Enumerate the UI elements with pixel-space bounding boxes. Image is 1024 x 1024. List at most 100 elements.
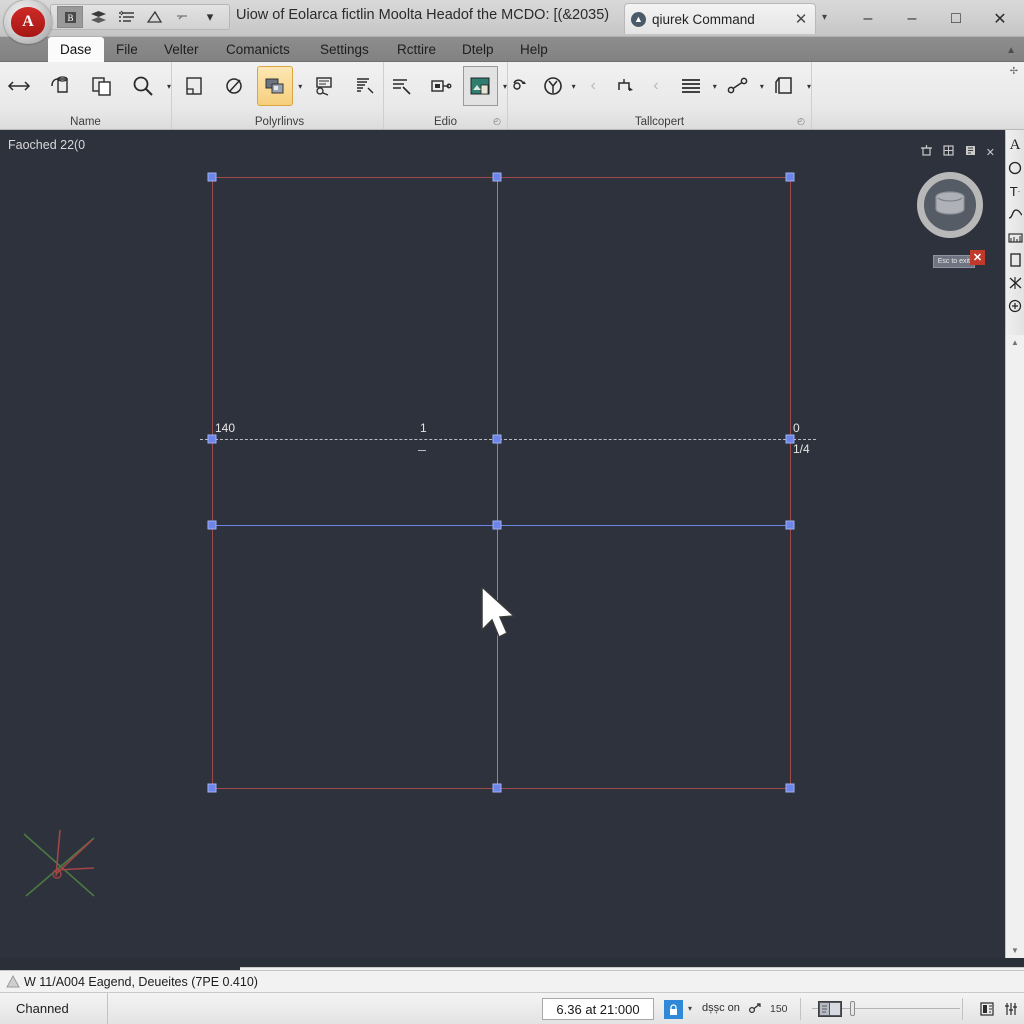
- dimension-tool-icon[interactable]: [1007, 228, 1024, 246]
- osnap-toggle[interactable]: dșșc on: [702, 1002, 740, 1014]
- chevron-down-icon[interactable]: ▾: [688, 1004, 692, 1013]
- grip-handle[interactable]: [492, 783, 502, 793]
- ribbon-panel-name-title: Name: [70, 116, 101, 128]
- document-tab[interactable]: ▲ qiurek Command ✕: [624, 3, 816, 34]
- add-tool-icon[interactable]: [1007, 297, 1024, 315]
- annotation-scale[interactable]: 150: [770, 1003, 788, 1015]
- explode-tool-icon[interactable]: [1007, 274, 1024, 292]
- chevron-down-icon[interactable]: ▾: [298, 82, 302, 91]
- text-style-tool-icon[interactable]: T ·: [1007, 182, 1024, 200]
- prev-nav-icon[interactable]: ‹: [580, 69, 607, 103]
- grip-handle[interactable]: [492, 434, 502, 444]
- ribbon-pin-icon[interactable]: ▲: [1006, 45, 1016, 56]
- layer-properties-icon[interactable]: [306, 66, 342, 106]
- table-icon[interactable]: [768, 66, 802, 106]
- grip-handle[interactable]: [492, 172, 502, 182]
- dialog-launcher-icon[interactable]: ◴: [797, 116, 805, 127]
- attribute-icon[interactable]: [611, 69, 638, 103]
- tooltip-close-icon[interactable]: ✕: [970, 250, 985, 265]
- viewcube-home-icon[interactable]: [920, 144, 933, 160]
- qat-dropdown-icon[interactable]: ▾: [197, 6, 223, 28]
- extrude-icon[interactable]: [42, 66, 80, 106]
- stretch-icon[interactable]: [0, 66, 38, 106]
- lock-icon[interactable]: [664, 1000, 683, 1019]
- tab-rcttire[interactable]: Rcttire: [385, 37, 448, 62]
- close-button[interactable]: ✕: [978, 0, 1022, 37]
- ribbon-collapse-button[interactable]: –: [846, 0, 890, 37]
- zoom-icon[interactable]: [125, 66, 163, 106]
- next-nav-icon[interactable]: ‹: [642, 69, 669, 103]
- tab-help[interactable]: Help: [508, 37, 560, 62]
- model-space-button[interactable]: Channed: [0, 993, 108, 1024]
- grip-handle[interactable]: [492, 520, 502, 530]
- chevron-down-icon[interactable]: ▾: [167, 82, 171, 91]
- layers-manager-icon[interactable]: [256, 66, 294, 106]
- chevron-down-icon[interactable]: ▾: [807, 82, 811, 91]
- close-icon[interactable]: ✕: [793, 10, 809, 28]
- chevron-down-icon[interactable]: ▾: [822, 12, 827, 23]
- rectangle-tool-icon[interactable]: [1007, 251, 1024, 269]
- qsave-icon[interactable]: B: [57, 6, 83, 28]
- layer-image-icon[interactable]: [462, 66, 498, 106]
- right-vertical-toolbar: A T ·: [1005, 130, 1024, 335]
- grip-handle[interactable]: [207, 434, 217, 444]
- text-tool-icon[interactable]: A: [1007, 136, 1024, 154]
- grip-handle[interactable]: [785, 783, 795, 793]
- layer-match-icon[interactable]: [384, 66, 419, 106]
- ribbon-expand-icon[interactable]: ✢: [1010, 66, 1018, 77]
- chevron-down-icon[interactable]: ▾: [503, 82, 507, 91]
- dimension-text-center: 1: [420, 421, 427, 435]
- spline-tool-icon[interactable]: [1007, 205, 1024, 223]
- chevron-down-icon[interactable]: ▾: [713, 82, 717, 91]
- dialog-launcher-icon[interactable]: ◴: [493, 116, 501, 127]
- viewcube-close-icon[interactable]: ✕: [986, 146, 995, 159]
- minimize-button[interactable]: –: [890, 0, 934, 37]
- svg-text:B: B: [67, 13, 73, 23]
- text-style-icon[interactable]: [674, 66, 708, 106]
- tab-comanicts[interactable]: Comanicts: [214, 37, 302, 62]
- maximize-button[interactable]: □: [934, 0, 978, 37]
- grip-handle[interactable]: [207, 172, 217, 182]
- scroll-down-icon[interactable]: ▼: [1011, 946, 1019, 955]
- dimension-icon[interactable]: [721, 66, 755, 106]
- chevron-down-icon[interactable]: ▾: [572, 82, 576, 91]
- tab-settings[interactable]: Settings: [308, 37, 381, 62]
- copy-icon[interactable]: [83, 66, 121, 106]
- scroll-up-icon[interactable]: ▲: [1011, 338, 1019, 347]
- tab-dase[interactable]: Dase: [48, 37, 104, 62]
- layers-icon[interactable]: [85, 6, 111, 28]
- tab-velter[interactable]: Velter: [152, 37, 211, 62]
- view-settings-icon[interactable]: [942, 144, 955, 160]
- app-logo-button[interactable]: A: [4, 0, 52, 44]
- block-insert-icon[interactable]: [539, 69, 566, 103]
- vertical-scrollbar[interactable]: ▲ ▼: [1005, 335, 1024, 958]
- grip-handle[interactable]: [785, 172, 795, 182]
- workspace-slider-handle[interactable]: [850, 1001, 855, 1016]
- page-setup-icon[interactable]: [176, 66, 212, 106]
- layer-state-icon[interactable]: [423, 66, 458, 106]
- layer-list-icon[interactable]: [347, 66, 383, 106]
- tab-file[interactable]: File: [104, 37, 150, 62]
- quick-access-toolbar: B ▾: [50, 4, 230, 30]
- workspace-icon[interactable]: [818, 1001, 842, 1017]
- rotate-icon[interactable]: [508, 69, 535, 103]
- chevron-down-icon[interactable]: ▾: [760, 82, 764, 91]
- drawing-canvas[interactable]: Faoched 22(0 140 1 0 1/4 ✕ Esc to exit ✕: [0, 130, 1005, 958]
- coordinates-display[interactable]: 6.36 at 21:000: [542, 998, 654, 1020]
- tab-dtelp[interactable]: Dtelp: [450, 37, 506, 62]
- annotation-monitor-icon[interactable]: [976, 999, 997, 1019]
- grip-handle[interactable]: [785, 520, 795, 530]
- isodraft-icon[interactable]: [748, 1002, 762, 1017]
- viewcube-navigation-widget[interactable]: [917, 172, 983, 238]
- grip-handle[interactable]: [207, 783, 217, 793]
- customization-icon[interactable]: [1000, 999, 1021, 1019]
- viewcube-menu-icon[interactable]: [964, 144, 977, 160]
- polyline-edit-icon[interactable]: [216, 66, 252, 106]
- undo-icon[interactable]: [169, 6, 195, 28]
- list-indent-icon[interactable]: [113, 6, 139, 28]
- circle-tool-icon[interactable]: [1007, 159, 1024, 177]
- grip-handle[interactable]: [207, 520, 217, 530]
- command-line[interactable]: W 11/A004 Eagend, Deueites (7PE 0.410): [0, 970, 1024, 992]
- ribbon-panel-polyrlinvs: ▾ Polyrlinvs: [176, 62, 384, 129]
- shape-icon[interactable]: [141, 6, 167, 28]
